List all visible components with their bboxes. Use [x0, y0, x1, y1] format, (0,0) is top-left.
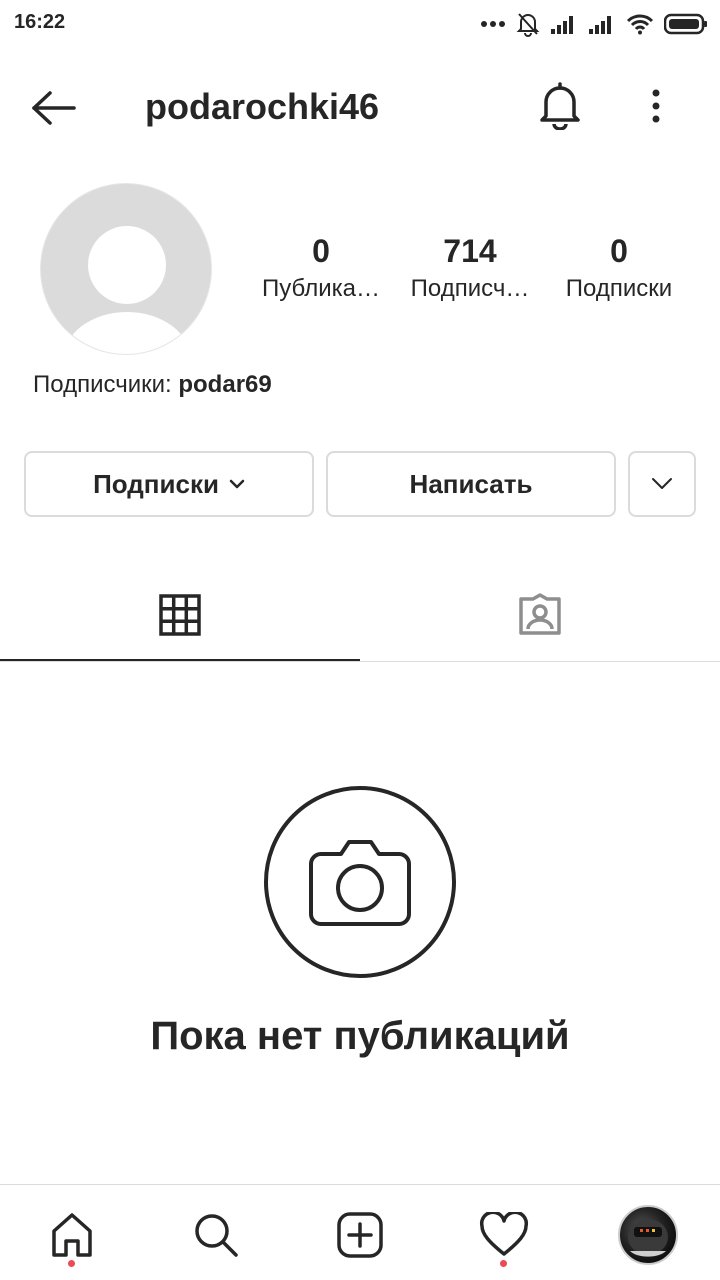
stat-followers-value: 714: [443, 233, 497, 269]
followed-by-user: podar69: [178, 371, 272, 398]
camera-icon: [309, 840, 411, 926]
followed-by-prefix: Подписчики:: [33, 371, 179, 398]
stat-posts-label: Публика…: [262, 275, 380, 302]
bell-icon: [540, 82, 580, 130]
battery-icon: [664, 13, 707, 35]
following-button[interactable]: Подписки: [24, 451, 314, 517]
profile-photo-icon: [628, 1219, 668, 1257]
search-icon: [195, 1214, 238, 1257]
more-vertical-icon: [652, 89, 660, 123]
wifi-icon: [626, 14, 654, 35]
back-arrow-icon: [32, 91, 76, 125]
tabs-divider: [0, 661, 720, 662]
signal-icon-2: [589, 16, 611, 34]
message-button[interactable]: Написать: [326, 451, 616, 517]
suggestions-dropdown-button[interactable]: [628, 451, 696, 517]
back-button[interactable]: [24, 82, 84, 134]
status-icons: [480, 8, 708, 40]
home-notification-dot: [68, 1260, 75, 1267]
tab-tagged[interactable]: [360, 570, 720, 660]
signal-icon: [551, 16, 573, 34]
followed-by[interactable]: Подписчики: podar69: [33, 368, 272, 402]
tagged-icon: [519, 593, 561, 635]
more-options-button[interactable]: [632, 78, 680, 134]
add-post-icon: [337, 1212, 383, 1258]
following-button-label: Подписки: [93, 468, 219, 499]
heart-icon: [479, 1212, 529, 1256]
profile-avatar[interactable]: [40, 183, 212, 355]
stat-following-value: 0: [610, 233, 628, 269]
stat-posts-value: 0: [312, 233, 330, 269]
status-time: 16:22: [14, 11, 66, 33]
chevron-down-icon: [229, 479, 245, 489]
stat-followers[interactable]: 714 Подписч…: [400, 230, 540, 306]
grid-icon: [159, 594, 201, 636]
stat-followers-label: Подписч…: [410, 275, 530, 302]
empty-state-camera: [264, 786, 456, 978]
profile-thumbnail-avatar: [618, 1205, 678, 1265]
more-dots-icon: [481, 21, 505, 27]
default-avatar-icon: [63, 226, 191, 354]
stat-following[interactable]: 0 Подписки: [549, 230, 689, 306]
nav-search[interactable]: [176, 1200, 256, 1270]
stat-posts[interactable]: 0 Публика…: [251, 230, 391, 306]
nav-profile[interactable]: [608, 1200, 688, 1270]
stat-following-label: Подписки: [565, 275, 673, 302]
bottom-nav-divider: [0, 1184, 720, 1185]
tab-posts-grid[interactable]: [0, 570, 360, 660]
empty-state-text: Пока нет публикаций: [150, 1014, 570, 1058]
home-icon: [52, 1213, 92, 1257]
mute-bell-icon: [516, 13, 540, 37]
nav-new-post[interactable]: [320, 1200, 400, 1270]
activity-notification-dot: [500, 1260, 507, 1267]
message-button-label: Написать: [409, 468, 533, 499]
notifications-button[interactable]: [532, 78, 588, 134]
profile-username: podarochki46: [145, 86, 380, 127]
chevron-down-icon: [652, 478, 672, 489]
